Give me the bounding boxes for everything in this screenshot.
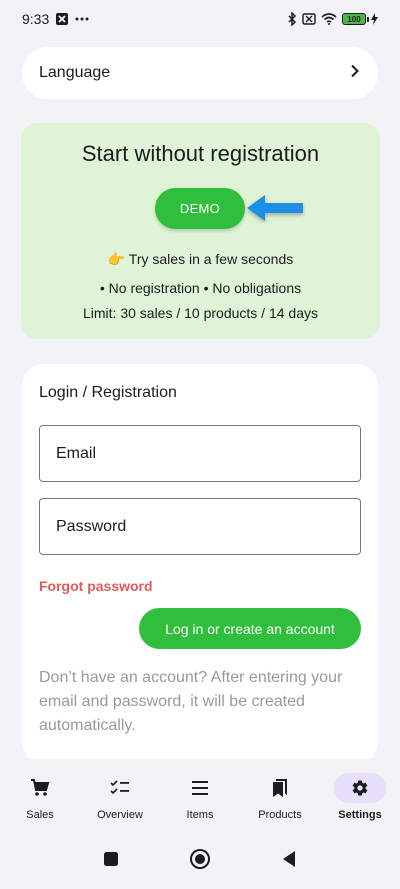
nav-label-items: Items (186, 809, 214, 821)
demo-features-text: • No registration • No obligations (99, 280, 302, 296)
demo-limit-text: Limit: 30 sales / 10 products / 14 days (82, 305, 318, 321)
nav-label-overview: Overview (97, 809, 143, 821)
cart-icon (14, 773, 66, 803)
recents-square-icon[interactable] (103, 851, 119, 872)
demo-card: Start without registration DEMO 👉 Try sa… (21, 123, 380, 339)
nav-item-products[interactable]: Products (240, 773, 320, 821)
status-time: 9:33 (22, 11, 50, 27)
bluetooth-icon (287, 12, 297, 26)
demo-button[interactable]: DEMO (155, 188, 245, 229)
status-right: 100 (287, 12, 378, 26)
demo-title: Start without registration (81, 141, 320, 166)
nav-item-sales[interactable]: Sales (0, 773, 80, 821)
battery-icon: 100 (342, 13, 369, 25)
language-row[interactable]: Language (22, 47, 378, 99)
login-title: Login / Registration (39, 384, 177, 401)
nav-item-overview[interactable]: Overview (80, 773, 160, 821)
checklist-icon (94, 773, 146, 803)
wifi-icon (321, 13, 337, 25)
nav-label-products: Products (258, 809, 302, 821)
more-dots-icon (75, 17, 89, 21)
home-circle-icon[interactable] (189, 848, 211, 875)
password-field-label: Password (56, 517, 127, 535)
nav-item-settings[interactable]: Settings (320, 773, 400, 821)
app-notification-icon (55, 12, 69, 26)
demo-try-text: 👉 Try sales in a few seconds (107, 251, 294, 267)
battery-level: 100 (347, 14, 361, 24)
gear-icon (334, 773, 386, 803)
login-hint: Don’t have an account? After entering yo… (39, 669, 343, 734)
bookmarks-icon (254, 773, 306, 803)
list-icon (174, 773, 226, 803)
status-left: 9:33 (22, 11, 89, 27)
nav-label-settings: Settings (338, 809, 382, 821)
charging-icon (371, 13, 378, 25)
nav-item-items[interactable]: Items (160, 773, 240, 821)
nav-label-sales: Sales (26, 809, 54, 821)
chevron-right-icon (350, 64, 360, 83)
email-field[interactable]: Email (39, 425, 361, 482)
email-field-label: Email (56, 444, 97, 462)
sim-off-icon (302, 13, 316, 25)
back-triangle-icon[interactable] (281, 850, 297, 873)
password-field[interactable]: Password (39, 498, 361, 555)
login-card: Login / Registration Email Password Forg… (22, 364, 378, 764)
status-bar: 9:33 100 (0, 0, 400, 38)
arrow-left-icon (245, 193, 305, 228)
login-button[interactable]: Log in or create an account (139, 608, 361, 649)
system-navigation (0, 833, 400, 889)
forgot-password-link[interactable]: Forgot password (39, 578, 153, 594)
bottom-navigation: Sales Overview Items Products Settings (0, 759, 400, 833)
language-label: Language (39, 64, 111, 81)
